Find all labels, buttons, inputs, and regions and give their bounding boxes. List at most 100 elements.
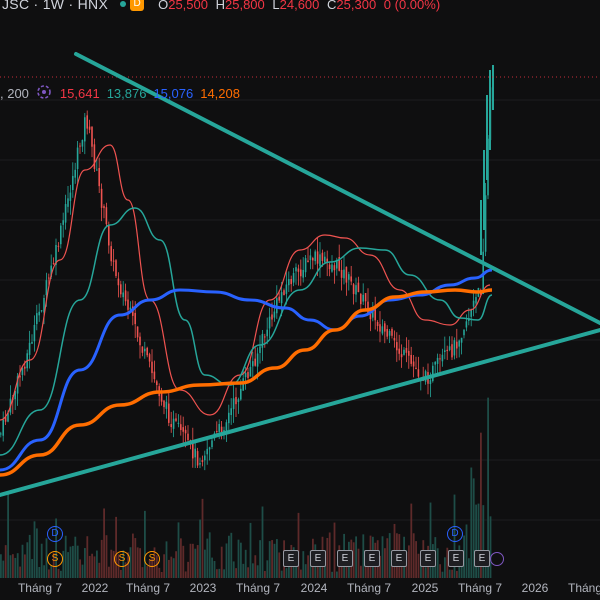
time-label: Tháng 7 — [346, 581, 392, 595]
earnings-marker[interactable]: E — [391, 550, 407, 567]
earnings-marker[interactable]: E — [474, 550, 490, 567]
volume-bar — [192, 543, 194, 578]
earnings-marker[interactable]: E — [310, 550, 326, 567]
volume-bar — [271, 540, 273, 578]
dividend-marker[interactable]: D — [47, 526, 63, 542]
candle-body — [470, 309, 472, 317]
candle-body — [40, 310, 43, 312]
candle-body — [472, 300, 475, 307]
candle-body — [117, 278, 120, 286]
candle-body — [259, 346, 261, 353]
candle-body — [458, 340, 460, 347]
candle-body — [60, 225, 62, 245]
volume-bar — [50, 565, 53, 578]
candle-body — [352, 284, 355, 295]
earnings-marker[interactable]: E — [364, 550, 380, 567]
candle-body — [340, 269, 343, 278]
candle-body — [110, 246, 112, 262]
candle-body — [98, 167, 100, 187]
ma-value-orange: 14,208 — [200, 85, 240, 101]
candle-body — [168, 403, 170, 423]
volume-bar — [297, 512, 300, 578]
candle-body — [220, 426, 223, 433]
volume-bar — [225, 543, 228, 578]
candle-body — [235, 396, 237, 405]
candle-body — [240, 388, 242, 400]
time-axis[interactable]: Tháng 7 2022 Tháng 7 2023 Tháng 7 2024 T… — [0, 578, 600, 600]
candle-body — [360, 293, 362, 305]
earnings-marker[interactable]: E — [448, 550, 464, 567]
candle-body — [463, 329, 465, 336]
candle-body — [156, 381, 158, 386]
ma-legend[interactable]: , 200 15,641 13,876 15,076 14,208 — [0, 84, 247, 102]
volume-bar — [86, 536, 89, 578]
ma-visibility-icon[interactable] — [36, 84, 52, 103]
candle-body — [415, 367, 417, 369]
candle-body — [204, 455, 206, 461]
candle-body — [225, 422, 228, 431]
candle-body — [441, 354, 444, 362]
ohlc-values: O25,500 H25,800 L24,600 C25,300 0 (0.00%… — [158, 0, 444, 12]
candle-body — [122, 292, 124, 298]
time-label: Tháng — [567, 581, 600, 595]
volume-bar — [57, 568, 60, 578]
candle-body — [355, 285, 357, 295]
grid — [0, 99, 600, 521]
candle-body — [484, 195, 487, 252]
dividend-marker[interactable]: D — [447, 526, 463, 542]
candle-body — [151, 361, 153, 374]
candle-body — [280, 292, 283, 304]
earnings-marker[interactable]: E — [337, 550, 353, 567]
volume-bar — [180, 538, 182, 578]
volume-bar — [386, 538, 389, 578]
candle-body — [232, 398, 235, 410]
volume-bar — [144, 510, 146, 578]
candle-body — [256, 353, 259, 367]
candle-body — [199, 463, 201, 465]
candle-body — [388, 330, 391, 336]
chart-root[interactable]: JSC · 1W · HNX D O25,500 H25,800 L24,600… — [0, 0, 600, 600]
candles — [0, 65, 494, 471]
volume-bar — [40, 543, 43, 578]
candle-body — [237, 399, 240, 402]
volume-bar — [237, 539, 240, 578]
candle-body — [57, 245, 60, 247]
trendline-lower[interactable] — [0, 328, 600, 497]
split-marker[interactable]: S — [114, 551, 130, 567]
candle-body — [486, 95, 488, 180]
volume-bar — [62, 550, 65, 578]
volume-bar — [259, 540, 261, 578]
ohlc-open-value: 25,500 — [168, 0, 208, 12]
volume-bar — [268, 541, 271, 578]
volume-bar — [266, 560, 269, 578]
symbol-title[interactable]: JSC · 1W · HNX — [2, 0, 108, 12]
volume-bar — [84, 548, 86, 578]
candle-body — [384, 323, 386, 332]
volume-bar — [278, 552, 281, 578]
volume-bar — [189, 543, 192, 578]
candle-body — [314, 251, 316, 262]
split-marker[interactable]: S — [47, 551, 63, 567]
candle-body — [417, 369, 420, 377]
data-badge[interactable]: D — [130, 0, 145, 11]
volume-bar — [240, 542, 242, 578]
candle-body — [81, 139, 84, 147]
candle-body — [170, 424, 172, 428]
candle-body — [52, 263, 55, 265]
ma-value-blue: 15,076 — [153, 85, 194, 101]
ma-params: , 200 — [0, 85, 29, 101]
candle-body — [278, 296, 280, 301]
candle-body — [300, 269, 302, 277]
candle-body — [343, 269, 345, 279]
earnings-marker[interactable]: E — [420, 550, 436, 567]
candle-body — [96, 169, 98, 171]
candle-body — [396, 342, 398, 351]
candle-body — [247, 371, 249, 378]
candle-body — [295, 267, 297, 272]
candle-body — [357, 282, 360, 293]
earnings-marker[interactable]: E — [283, 550, 299, 567]
volume-bar — [252, 563, 254, 578]
candle-body — [451, 344, 453, 358]
split-marker[interactable]: S — [144, 551, 160, 567]
candle-body — [376, 321, 379, 327]
